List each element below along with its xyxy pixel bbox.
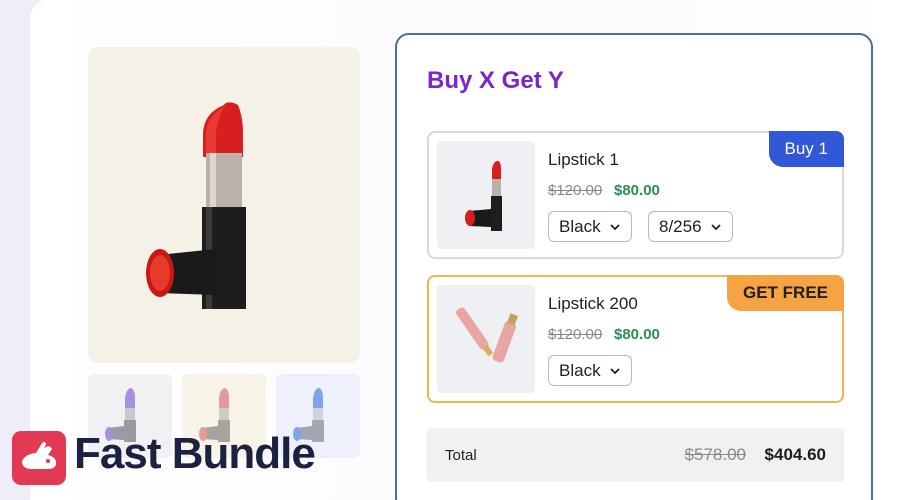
- color-select[interactable]: Black: [548, 211, 632, 242]
- item-price-sale: $80.00: [614, 326, 660, 343]
- bundle-item-free: Lipstick 200 $120.00 $80.00 Black GET FR…: [427, 275, 844, 403]
- item-price-original: $120.00: [548, 182, 603, 199]
- total-discounted-price: $404.60: [764, 445, 826, 464]
- item-name: Lipstick 200: [548, 294, 638, 313]
- chevron-down-icon: [609, 367, 620, 374]
- item-image: [437, 141, 535, 249]
- get-free-badge: GET FREE: [726, 275, 844, 311]
- red-lipstick-icon: [146, 102, 246, 309]
- total-original-price: $578.00: [684, 445, 746, 464]
- item-price-original: $120.00: [548, 326, 603, 343]
- item-price-sale: $80.00: [614, 182, 660, 199]
- brand-name: Fast Bundle: [74, 429, 316, 478]
- rabbit-icon: [22, 441, 56, 469]
- chevron-down-icon: [609, 223, 620, 230]
- select-value: 8/256: [659, 216, 702, 236]
- bundle-title: Buy X Get Y: [427, 67, 564, 94]
- chevron-down-icon: [710, 223, 721, 230]
- select-value: Black: [559, 216, 601, 236]
- item-name: Lipstick 1: [548, 150, 619, 169]
- buy-badge: Buy 1: [768, 131, 844, 167]
- main-product-image[interactable]: [88, 47, 360, 363]
- bundle-item-buy: Lipstick 1 $120.00 $80.00 Black 8/256 Bu…: [427, 131, 844, 259]
- item-image: [437, 285, 535, 393]
- total-row: Total $578.00 $404.60: [427, 428, 844, 482]
- lip-gloss-icon: [456, 307, 518, 363]
- total-label: Total: [445, 447, 477, 464]
- color-select[interactable]: Black: [548, 355, 632, 386]
- select-value: Black: [559, 360, 601, 380]
- bundle-widget: Buy X Get Y Lipstick 1 $120.00 $80.00 Bl…: [395, 33, 873, 500]
- storage-select[interactable]: 8/256: [648, 211, 733, 242]
- red-lipstick-icon: [465, 160, 502, 231]
- brand-logo: [12, 431, 66, 485]
